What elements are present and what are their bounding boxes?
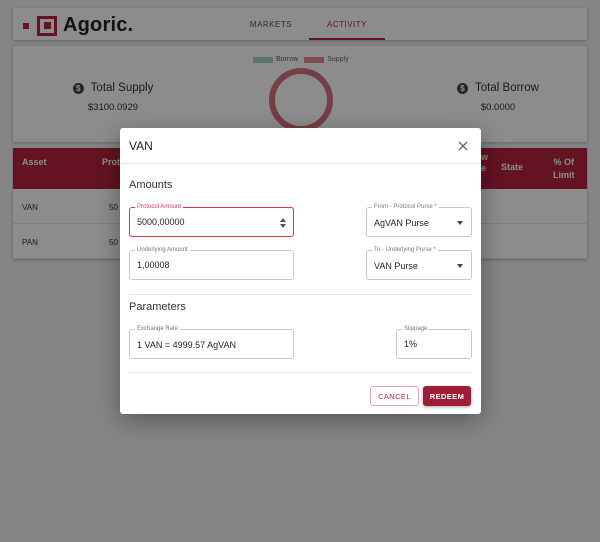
slippage-input[interactable]	[404, 339, 464, 349]
underlying-amount-field[interactable]: Underlying Amount	[129, 246, 294, 280]
redeem-dialog: VAN Amounts Protocol Amount From - Proto…	[120, 128, 481, 414]
to-purse-label: To - Underlying Purse *	[372, 246, 438, 254]
underlying-amount-input[interactable]	[137, 260, 268, 270]
close-icon[interactable]	[457, 139, 469, 151]
slippage-field[interactable]: Slippage	[396, 325, 472, 359]
amounts-section-title: Amounts	[129, 179, 173, 191]
protocol-amount-label: Protocol Amount	[135, 203, 184, 211]
protocol-amount-field[interactable]: Protocol Amount	[129, 203, 294, 237]
chevron-down-icon	[457, 221, 463, 225]
header-divider	[120, 163, 481, 164]
dialog-title: VAN	[129, 139, 153, 153]
from-purse-select[interactable]: From - Protocol Purse * AgVAN Purse	[366, 203, 472, 237]
protocol-amount-input[interactable]	[137, 217, 268, 227]
cancel-button[interactable]: CANCEL	[370, 386, 419, 406]
parameters-section-title: Parameters	[129, 301, 186, 313]
exchange-rate-label: Exchange Rate	[135, 325, 181, 333]
chevron-down-icon	[457, 264, 463, 268]
number-spinner-icon[interactable]	[280, 216, 286, 228]
section-divider	[129, 294, 472, 295]
from-purse-value: AgVAN Purse	[374, 218, 429, 228]
to-purse-value: VAN Purse	[374, 261, 418, 271]
exchange-rate-field: Exchange Rate 1 VAN = 4999.57 AgVAN	[129, 325, 294, 359]
footer-divider	[129, 372, 472, 373]
slippage-label: Slippage	[402, 325, 430, 333]
redeem-button[interactable]: REDEEM	[423, 386, 471, 406]
exchange-rate-value: 1 VAN = 4999.57 AgVAN	[137, 340, 236, 350]
from-purse-label: From - Protocol Purse *	[372, 203, 439, 211]
underlying-amount-label: Underlying Amount	[135, 246, 190, 254]
to-purse-select[interactable]: To - Underlying Purse * VAN Purse	[366, 246, 472, 280]
